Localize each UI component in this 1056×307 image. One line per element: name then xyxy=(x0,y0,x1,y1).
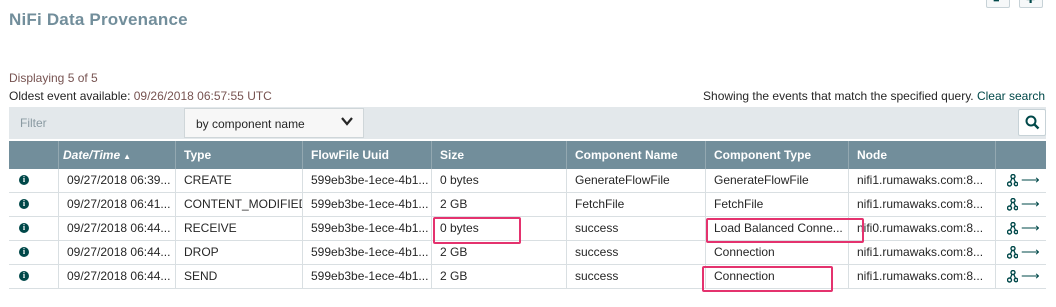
filter-input[interactable] xyxy=(9,107,182,139)
search-icon xyxy=(1025,115,1040,130)
info-cell[interactable]: i xyxy=(9,217,59,240)
oldest-event-value: 09/26/2018 06:57:55 UTC xyxy=(133,89,272,103)
info-icon[interactable]: i xyxy=(19,223,29,233)
table-row[interactable]: i 09/27/2018 06:41... CONTENT_MODIFIED 5… xyxy=(9,193,1046,217)
go-to-arrow-icon[interactable]: ⟶ xyxy=(1021,244,1040,260)
chevron-down-icon xyxy=(341,117,353,126)
cell-component-type: GenerateFlowFile xyxy=(706,169,849,192)
cell-node: nifi1.rumawaks.com:8... xyxy=(849,265,996,288)
header-label: Date/Time xyxy=(63,148,121,162)
displaying-summary: Displaying 5 of 5 xyxy=(9,71,98,85)
cell-datetime: 09/27/2018 06:44... xyxy=(59,241,176,264)
lineage-icon[interactable] xyxy=(1007,174,1018,187)
filter-bar: by component name xyxy=(9,107,1046,139)
filter-type-label: by component name xyxy=(196,117,305,131)
sort-ascending-icon: ▲ xyxy=(123,152,132,161)
oldest-event: Oldest event available: 09/26/2018 06:57… xyxy=(9,89,272,103)
cell-node: nifi0.rumawaks.com:8... xyxy=(849,217,996,240)
table-row[interactable]: i 09/27/2018 06:44... RECEIVE 599eb3be-1… xyxy=(9,217,1046,241)
table-row[interactable]: i 09/27/2018 06:39... CREATE 599eb3be-1e… xyxy=(9,169,1046,193)
cell-component-name: FetchFile xyxy=(567,193,706,216)
cell-uuid: 599eb3be-1ece-4b1... xyxy=(303,265,432,288)
info-cell[interactable]: i xyxy=(9,265,59,288)
header-info xyxy=(9,141,59,169)
cell-node: nifi1.rumawaks.com:8... xyxy=(849,241,996,264)
cell-datetime: 09/27/2018 06:44... xyxy=(59,217,176,240)
cell-type: RECEIVE xyxy=(176,217,303,240)
cell-component-type: FetchFile xyxy=(706,193,849,216)
go-to-arrow-icon[interactable]: ⟶ xyxy=(1021,196,1040,212)
lineage-icon[interactable] xyxy=(1007,198,1018,211)
page-title: NiFi Data Provenance xyxy=(9,10,188,29)
top-action-button[interactable]: ■ xyxy=(986,0,1010,8)
header-component-type[interactable]: Component Type xyxy=(706,141,849,169)
cell-type: CONTENT_MODIFIED xyxy=(176,193,303,216)
oldest-event-label: Oldest event available: xyxy=(9,89,134,103)
query-status: Showing the events that match the specif… xyxy=(703,89,1045,103)
expand-icon: ✚ xyxy=(1026,0,1036,6)
cell-size: 2 GB xyxy=(432,241,567,264)
save-icon: ■ xyxy=(993,0,1000,5)
table-header: Date/Time ▲ Type FlowFile Uuid Size Compo… xyxy=(9,141,1046,169)
header-datetime[interactable]: Date/Time ▲ xyxy=(59,141,176,169)
cell-node: nifi1.rumawaks.com:8... xyxy=(849,193,996,216)
cell-datetime: 09/27/2018 06:41... xyxy=(59,193,176,216)
filter-type-select[interactable]: by component name xyxy=(184,108,364,138)
info-icon[interactable]: i xyxy=(19,247,29,257)
lineage-icon[interactable] xyxy=(1007,246,1018,259)
cell-size: 2 GB xyxy=(432,193,567,216)
header-uuid[interactable]: FlowFile Uuid xyxy=(303,141,432,169)
go-to-arrow-icon[interactable]: ⟶ xyxy=(1021,220,1040,236)
cell-type: SEND xyxy=(176,265,303,288)
cell-component-type: Connection xyxy=(706,265,849,288)
cell-size: 2 GB xyxy=(432,265,567,288)
cell-datetime: 09/27/2018 06:39... xyxy=(59,169,176,192)
top-action-button[interactable]: ✚ xyxy=(1019,0,1043,8)
cell-type: DROP xyxy=(176,241,303,264)
info-icon[interactable]: i xyxy=(19,175,29,185)
header-component-name[interactable]: Component Name xyxy=(567,141,706,169)
cell-component-name: GenerateFlowFile xyxy=(567,169,706,192)
cell-component-name: success xyxy=(567,241,706,264)
go-to-arrow-icon[interactable]: ⟶ xyxy=(1021,268,1040,284)
cell-type: CREATE xyxy=(176,169,303,192)
cell-component-name: success xyxy=(567,217,706,240)
info-cell[interactable]: i xyxy=(9,241,59,264)
header-actions xyxy=(996,141,1046,169)
cell-component-type: Load Balanced Conne... xyxy=(706,217,849,240)
query-status-text: Showing the events that match the specif… xyxy=(703,89,977,103)
cell-component-type: Connection xyxy=(706,241,849,264)
cell-uuid: 599eb3be-1ece-4b1... xyxy=(303,169,432,192)
header-node[interactable]: Node xyxy=(849,141,996,169)
table-row[interactable]: i 09/27/2018 06:44... DROP 599eb3be-1ece… xyxy=(9,241,1046,265)
table-row[interactable]: i 09/27/2018 06:44... SEND 599eb3be-1ece… xyxy=(9,265,1046,289)
cell-uuid: 599eb3be-1ece-4b1... xyxy=(303,193,432,216)
cell-node: nifi1.rumawaks.com:8... xyxy=(849,169,996,192)
cell-uuid: 599eb3be-1ece-4b1... xyxy=(303,241,432,264)
info-icon[interactable]: i xyxy=(19,271,29,281)
cell-datetime: 09/27/2018 06:44... xyxy=(59,265,176,288)
info-icon[interactable]: i xyxy=(19,199,29,209)
cell-size: 0 bytes xyxy=(432,217,567,240)
cell-component-name: success xyxy=(567,265,706,288)
cell-size: 0 bytes xyxy=(432,169,567,192)
lineage-icon[interactable] xyxy=(1007,222,1018,235)
cell-uuid: 599eb3be-1ece-4b1... xyxy=(303,217,432,240)
search-button[interactable] xyxy=(1018,109,1046,136)
lineage-icon[interactable] xyxy=(1007,270,1018,283)
header-size[interactable]: Size xyxy=(432,141,567,169)
clear-search-link[interactable]: Clear search xyxy=(977,89,1045,103)
info-cell[interactable]: i xyxy=(9,193,59,216)
info-cell[interactable]: i xyxy=(9,169,59,192)
header-type[interactable]: Type xyxy=(176,141,303,169)
go-to-arrow-icon[interactable]: ⟶ xyxy=(1021,172,1040,188)
